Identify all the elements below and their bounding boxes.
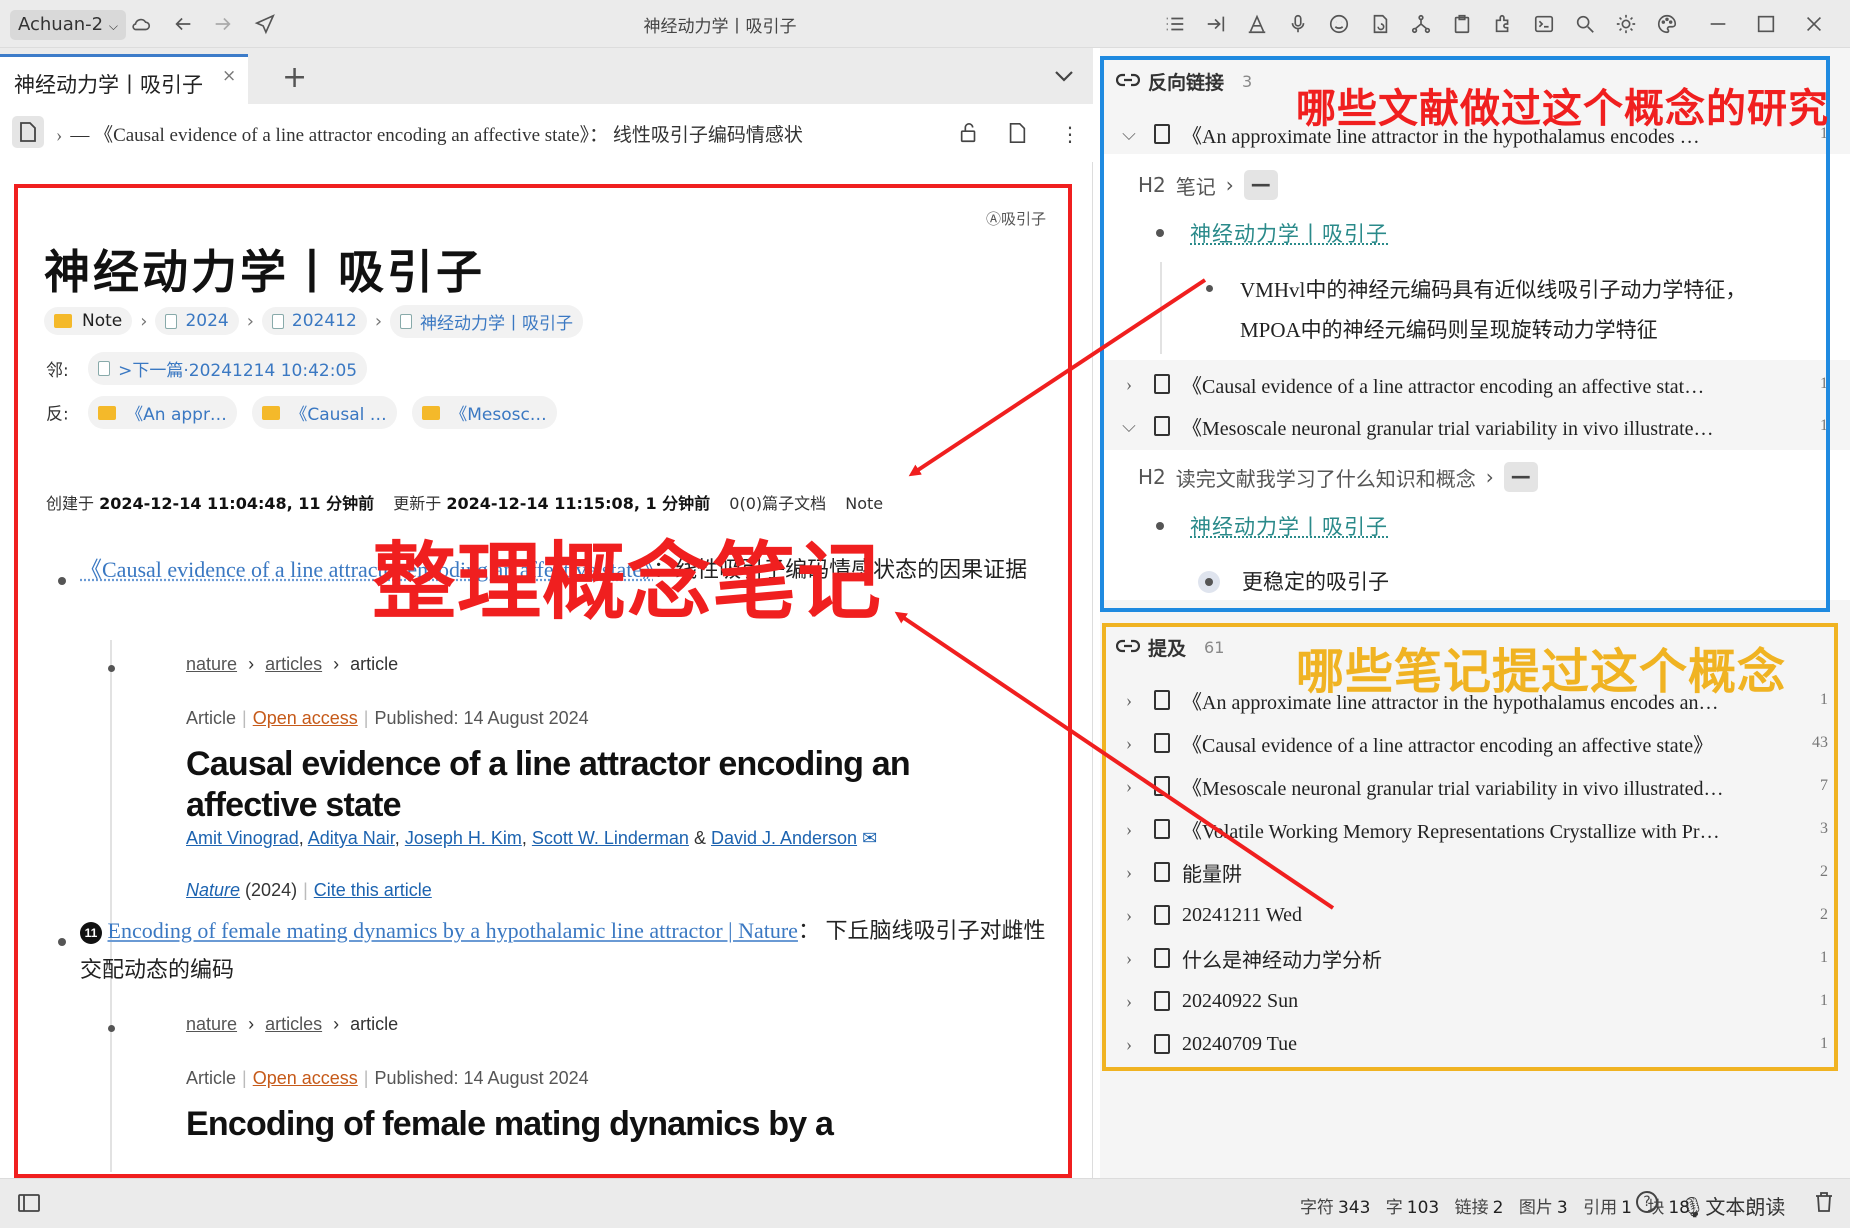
refs-label: 引用 (1583, 1198, 1618, 1218)
chevron-right-icon: › (56, 125, 63, 146)
status-bar: 字符 343 字 103 链接 2 图片 3 引用 1 块 18 ? 🎙文本朗读 (0, 1178, 1850, 1228)
clipboard-icon[interactable] (1449, 11, 1475, 37)
more-options-icon[interactable]: ⋮ (1060, 122, 1080, 146)
microphone-icon[interactable] (1285, 11, 1311, 37)
breadcrumb-text: — 《Causal evidence of a line attractor e… (70, 125, 803, 146)
close-window-icon[interactable] (1801, 11, 1827, 37)
palette-icon[interactable] (1654, 11, 1680, 37)
tab-bar: 神经动力学丨吸引子 × + (0, 48, 1093, 104)
refresh-doc-icon[interactable] (1367, 11, 1393, 37)
chars-value: 343 (1337, 1198, 1371, 1218)
face-icon[interactable] (1326, 11, 1352, 37)
title-bar: Achuan-2 ⌵ 神经动力学丨吸引子 (0, 0, 1850, 48)
links-label: 链接 (1454, 1198, 1489, 1218)
chars-label: 字符 (1299, 1198, 1334, 1218)
images-value: 3 (1556, 1198, 1568, 1218)
microphone-icon: 🎙 (1680, 1195, 1706, 1219)
document-icon[interactable] (1006, 122, 1028, 149)
maximize-icon[interactable] (1753, 11, 1779, 37)
text-to-speech-button[interactable]: 🎙文本朗读 (1680, 1191, 1785, 1220)
plugin-icon[interactable] (1490, 11, 1516, 37)
annotation-box-red (14, 184, 1072, 1178)
annotation-box-blue (1100, 56, 1830, 612)
unlock-icon[interactable] (958, 122, 980, 149)
trash-icon[interactable] (1814, 1191, 1834, 1218)
tab-label: 神经动力学丨吸引子 (14, 73, 203, 97)
sidebar-toggle-icon[interactable] (18, 1193, 40, 1218)
login-icon[interactable] (1203, 11, 1229, 37)
annotation-label-bottom-right: 哪些笔记提过这个概念 (1296, 644, 1787, 700)
list-icon[interactable] (1162, 11, 1188, 37)
breadcrumb: › — 《Causal evidence of a line attractor … (0, 104, 1093, 162)
search-icon[interactable] (1572, 11, 1598, 37)
images-label: 图片 (1518, 1198, 1553, 1218)
refs-value: 1 (1621, 1198, 1632, 1218)
tab-active-doc[interactable]: 神经动力学丨吸引子 (0, 54, 248, 104)
links-value: 2 (1492, 1198, 1504, 1218)
terminal-icon[interactable] (1531, 11, 1557, 37)
add-tab-icon[interactable]: + (282, 60, 307, 95)
close-icon[interactable]: × (222, 66, 236, 86)
breadcrumb-path[interactable]: › — 《Causal evidence of a line attractor … (56, 120, 931, 147)
annotation-label-top-right: 哪些文献做过这个概念的研究 (1296, 86, 1829, 132)
minimize-icon[interactable] (1705, 11, 1731, 37)
text-format-icon[interactable] (1244, 11, 1270, 37)
graph-icon[interactable] (1408, 11, 1434, 37)
help-icon[interactable]: ? (1636, 1191, 1658, 1213)
chevron-down-icon[interactable] (1052, 64, 1076, 93)
document-icon[interactable] (12, 116, 44, 148)
sun-icon[interactable] (1613, 11, 1639, 37)
tts-label: 文本朗读 (1705, 1195, 1786, 1219)
words-value: 103 (1406, 1198, 1440, 1218)
words-label: 字 (1385, 1198, 1403, 1218)
annotation-label-center: 整理概念笔记 (372, 533, 883, 631)
